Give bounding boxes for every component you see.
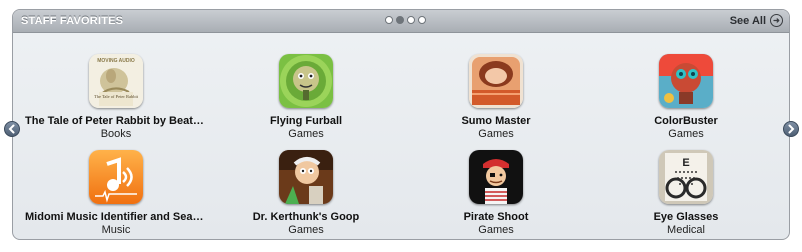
book-cover-title-text: The Tale of Peter Rabbit bbox=[94, 94, 139, 99]
app-item-colorbuster[interactable]: ColorBuster Games bbox=[591, 54, 781, 140]
see-all-label: See All bbox=[729, 14, 766, 27]
app-category: Games bbox=[478, 128, 514, 140]
app-item-peter-rabbit[interactable]: MOVING AUDIO The Tale of Peter Rabbit Th… bbox=[21, 54, 211, 140]
page-dot-active[interactable] bbox=[396, 16, 404, 24]
arrow-right-icon bbox=[788, 124, 795, 134]
app-item-eye-glasses[interactable]: E Eye Glasses Medical bbox=[591, 150, 781, 236]
app-category: Games bbox=[668, 128, 704, 140]
app-name: Flying Furball bbox=[269, 115, 343, 127]
app-name: ColorBuster bbox=[654, 115, 718, 127]
book-cover-top-text: MOVING AUDIO bbox=[97, 58, 135, 64]
scroll-left-button[interactable] bbox=[4, 121, 20, 137]
page-dot[interactable] bbox=[418, 16, 426, 24]
app-item-pirate-shoot[interactable]: Pirate Shoot Games bbox=[401, 150, 591, 236]
scroll-right-button[interactable] bbox=[783, 121, 799, 137]
music-note-icon bbox=[89, 150, 143, 204]
app-name: Pirate Shoot bbox=[463, 211, 529, 223]
pirate-game-icon bbox=[469, 150, 523, 204]
page-indicator bbox=[385, 16, 426, 26]
eye-chart-icon: E bbox=[659, 150, 713, 204]
app-name: Dr. Kerthunk's Goop bbox=[252, 211, 360, 223]
app-category: Games bbox=[288, 128, 324, 140]
app-category: Music bbox=[101, 224, 131, 236]
app-category: Books bbox=[100, 128, 132, 140]
robot-game-icon bbox=[659, 54, 713, 108]
app-category: Medical bbox=[667, 224, 705, 236]
scientist-game-icon bbox=[279, 150, 333, 204]
sumo-game-icon bbox=[469, 54, 523, 108]
see-all-link[interactable]: See All ➜ bbox=[730, 14, 783, 27]
app-name: Sumo Master bbox=[461, 115, 531, 127]
book-cover-icon: MOVING AUDIO The Tale of Peter Rabbit bbox=[89, 54, 143, 108]
arrow-right-circle-icon: ➜ bbox=[770, 14, 783, 27]
app-name: Midomi Music Identifier and Search (... bbox=[25, 211, 211, 223]
arrow-left-icon bbox=[8, 124, 15, 134]
page-dot[interactable] bbox=[385, 16, 393, 24]
staff-favorites-panel: STAFF FAVORITES See All ➜ MOVING AUDIO T… bbox=[12, 9, 790, 240]
app-item-midomi[interactable]: Midomi Music Identifier and Search (... … bbox=[21, 150, 211, 236]
app-name: Eye Glasses bbox=[653, 211, 719, 223]
eye-chart-letter: E bbox=[682, 157, 689, 169]
app-name: The Tale of Peter Rabbit by Beatrix ... bbox=[25, 115, 211, 127]
app-category: Games bbox=[288, 224, 324, 236]
app-item-dr-kerthunk[interactable]: Dr. Kerthunk's Goop Games bbox=[211, 150, 401, 236]
app-category: Games bbox=[478, 224, 514, 236]
app-grid: MOVING AUDIO The Tale of Peter Rabbit Th… bbox=[13, 33, 789, 239]
section-title: STAFF FAVORITES bbox=[21, 15, 124, 27]
app-item-sumo-master[interactable]: Sumo Master Games bbox=[401, 54, 591, 140]
app-item-flying-furball[interactable]: Flying Furball Games bbox=[211, 54, 401, 140]
section-header: STAFF FAVORITES See All ➜ bbox=[13, 10, 789, 33]
page-dot[interactable] bbox=[407, 16, 415, 24]
furball-game-icon bbox=[279, 54, 333, 108]
